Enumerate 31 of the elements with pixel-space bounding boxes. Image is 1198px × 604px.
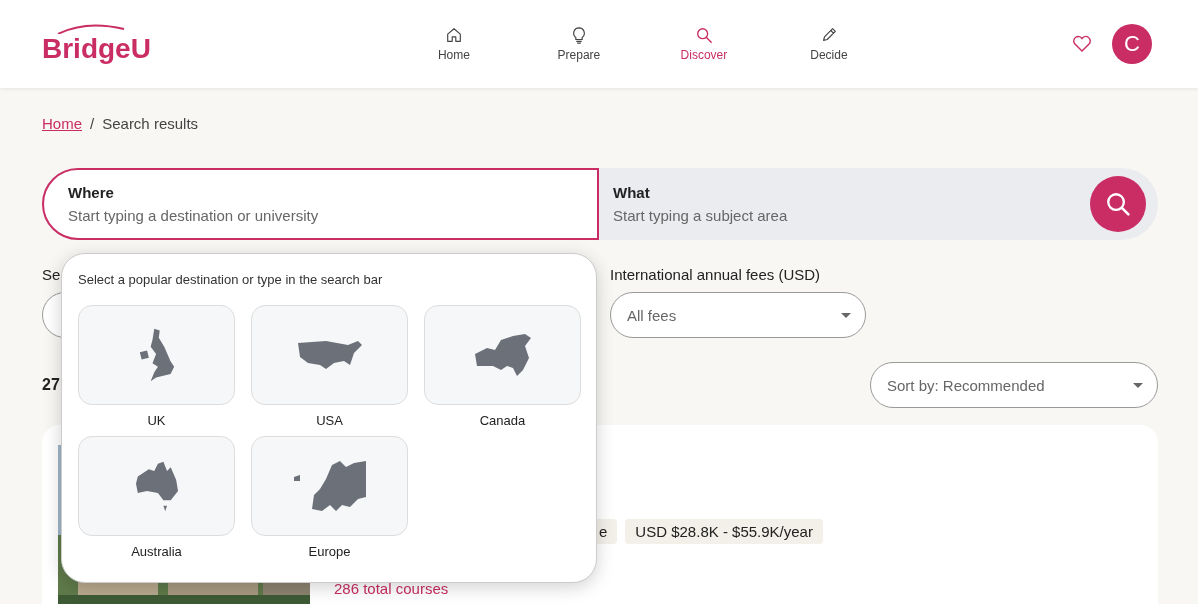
what-field[interactable]: What Start typing a subject area xyxy=(613,184,1090,224)
nav-tab[interactable]: Decide xyxy=(766,25,892,63)
usa-map-icon xyxy=(295,339,364,371)
search-icon xyxy=(1105,191,1131,217)
breadcrumb-separator: / xyxy=(90,115,95,132)
results-count: 27 xyxy=(42,376,60,394)
uk-map-icon xyxy=(137,327,176,383)
where-field[interactable]: Where Start typing a destination or university xyxy=(42,168,599,240)
nav-tab[interactable]: Prepare xyxy=(516,25,642,63)
australia-map-icon xyxy=(133,459,180,513)
breadcrumb-current: Search results xyxy=(102,115,199,132)
logo[interactable]: BridgeU xyxy=(42,24,151,64)
caret-icon xyxy=(841,312,851,318)
fees-select[interactable]: All fees xyxy=(610,292,866,338)
home-icon xyxy=(444,26,463,44)
popup-title: Select a popular destination or type in the search bar xyxy=(78,272,384,287)
canada-map-icon xyxy=(472,332,533,378)
breadcrumb-link[interactable]: Home xyxy=(42,115,82,132)
filter-label: International annual fees (USD) xyxy=(610,266,821,284)
tag: USD $28.8K - $55.9K/year xyxy=(625,519,823,544)
filter-label: Se xyxy=(42,266,61,284)
search-button[interactable] xyxy=(1090,176,1146,232)
search-icon xyxy=(694,26,713,44)
courses-link[interactable]: 286 total courses xyxy=(334,580,449,597)
europe-map-icon xyxy=(291,459,368,513)
caret-icon xyxy=(1133,382,1143,388)
nav-tab[interactable]: Home xyxy=(391,25,517,63)
heart-icon[interactable] xyxy=(1072,35,1092,53)
avatar[interactable]: C xyxy=(1112,24,1152,64)
sort-select[interactable]: Sort by: Recommended xyxy=(870,362,1158,408)
nav-tab[interactable]: Discover xyxy=(641,25,767,63)
